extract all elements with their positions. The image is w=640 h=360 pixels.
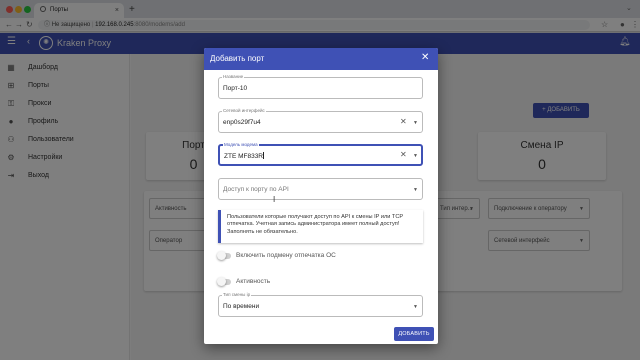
network-interface-select[interactable]: Сетевой интерфейс enp0s29f7u4 ✕ ▼: [218, 108, 423, 133]
caret-down-icon[interactable]: ▼: [413, 118, 418, 128]
field-label: Название: [222, 74, 245, 80]
name-field[interactable]: Название Порт-10: [218, 74, 423, 99]
field-text: ZTE MF833R: [224, 153, 264, 160]
field-label: Тип смены ip: [222, 292, 252, 298]
field-value: enp0s29f7u4: [223, 119, 261, 126]
caret-down-icon[interactable]: ▼: [413, 151, 418, 161]
field-label: Модель модема: [223, 142, 259, 148]
add-button[interactable]: ДОБАВИТЬ: [394, 327, 434, 341]
dialog-title: Добавить порт: [210, 54, 265, 63]
field-label: Сетевой интерфейс: [222, 108, 266, 114]
field-value: Порт-10: [223, 85, 248, 92]
toggle-knob: [217, 251, 226, 260]
text-cursor: [263, 152, 265, 159]
activity-toggle-label: Активность: [236, 278, 271, 285]
add-port-dialog: Добавить порт ✕ Название Порт-10 Сетевой…: [204, 48, 438, 344]
modem-model-select[interactable]: Модель модема ZTE MF833R ✕ ▼: [218, 142, 423, 166]
ip-change-type-select[interactable]: Тип смены ip По времени ▼: [218, 292, 423, 317]
field-value: По времени: [223, 303, 260, 310]
clear-icon[interactable]: ✕: [400, 150, 407, 160]
dialog-header: Добавить порт ✕: [204, 48, 438, 70]
text-cursor-icon: I: [273, 195, 276, 204]
activity-toggle[interactable]: [217, 277, 231, 286]
clear-icon[interactable]: ✕: [400, 117, 407, 127]
caret-down-icon[interactable]: ▼: [413, 185, 418, 195]
fingerprint-toggle[interactable]: [217, 251, 231, 260]
fingerprint-toggle-label: Включить подмену отпечатка ОС: [236, 252, 336, 259]
api-access-select[interactable]: Доступ к порту по API ▼: [218, 178, 423, 200]
toggle-knob: [217, 277, 226, 286]
caret-down-icon[interactable]: ▼: [413, 302, 418, 312]
field-placeholder: Доступ к порту по API: [223, 186, 289, 193]
close-icon[interactable]: ✕: [421, 52, 429, 63]
field-value: ZTE MF833R: [224, 152, 265, 161]
info-alert: Пользователи которые получают доступ по …: [218, 210, 423, 243]
